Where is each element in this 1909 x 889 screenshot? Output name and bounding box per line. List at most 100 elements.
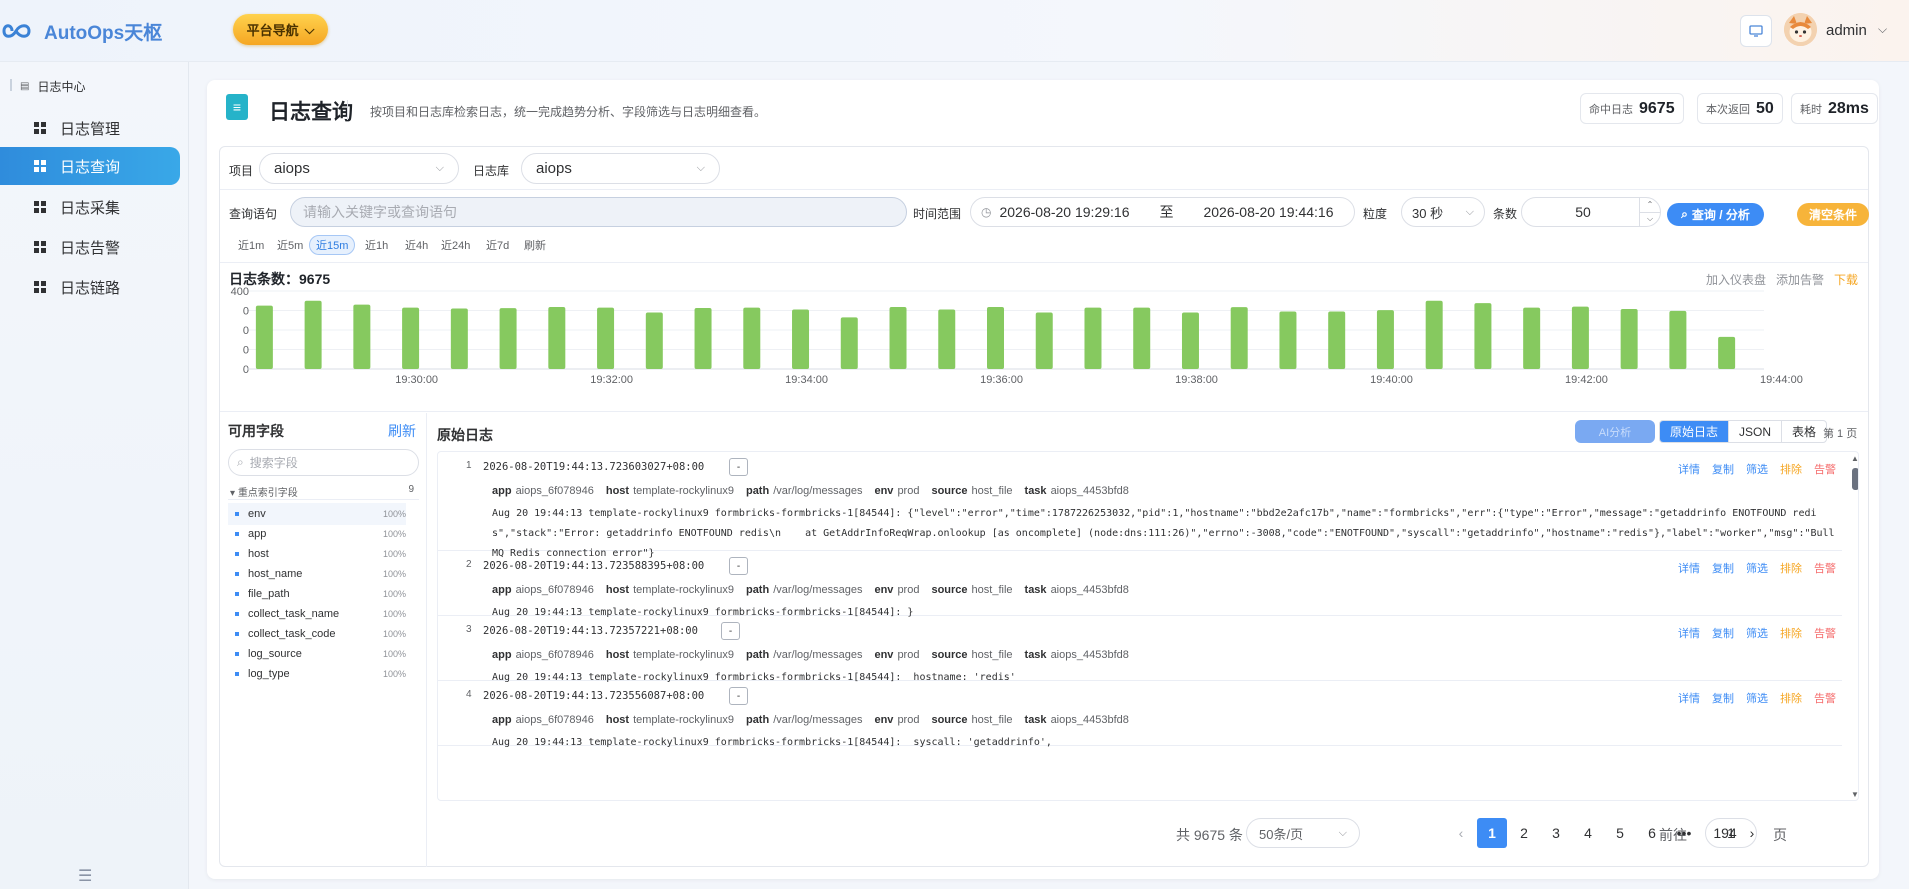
query-analyze-button[interactable]: ⌕ 查询 / 分析 bbox=[1667, 203, 1764, 226]
time-range-picker[interactable]: ◷ 2026-08-20 19:29:16 至 2026-08-20 19:44… bbox=[970, 197, 1355, 227]
bar-8[interactable] bbox=[645, 312, 663, 369]
bar-3[interactable] bbox=[402, 307, 420, 369]
scroll-up-icon[interactable]: ▲ bbox=[1851, 454, 1858, 463]
bar-24[interactable] bbox=[1425, 300, 1443, 369]
log-tag-app[interactable]: app aiops_6f078946 bbox=[492, 649, 594, 661]
log-tag-task[interactable]: task aiops_4453bfd8 bbox=[1025, 485, 1129, 497]
bar-21[interactable] bbox=[1279, 311, 1297, 369]
field-item-env[interactable]: env 100% bbox=[228, 503, 406, 525]
platform-nav-button[interactable]: 平台导航 ⌵ bbox=[233, 14, 328, 45]
bar-18[interactable] bbox=[1133, 307, 1151, 369]
log-tag-host[interactable]: host template-rockylinux9 bbox=[606, 649, 734, 661]
bar-25[interactable] bbox=[1474, 303, 1492, 369]
field-item-collect_task_code[interactable]: collect_task_code 100% bbox=[228, 623, 406, 645]
ai-analysis-button[interactable]: AI分析 bbox=[1575, 420, 1655, 443]
query-input[interactable]: 请输入关键字或查询语句 bbox=[290, 197, 907, 227]
bar-27[interactable] bbox=[1571, 306, 1589, 369]
time-end[interactable]: 2026-08-20 19:44:16 bbox=[1203, 204, 1333, 220]
monitor-icon[interactable] bbox=[1740, 15, 1772, 47]
action-2[interactable]: 筛选 bbox=[1746, 690, 1768, 706]
bar-2[interactable] bbox=[353, 304, 371, 369]
log-tag-path[interactable]: path/var/log/messages bbox=[746, 584, 863, 596]
sidebar-item-log-alert[interactable]: 日志告警 bbox=[0, 228, 180, 266]
log-tag-env[interactable]: env prod bbox=[874, 649, 919, 661]
action-2[interactable]: 筛选 bbox=[1746, 625, 1768, 641]
bar-29[interactable] bbox=[1669, 310, 1687, 369]
field-item-collect_task_name[interactable]: collect_task_name 100% bbox=[228, 603, 406, 625]
bar-16[interactable] bbox=[1035, 312, 1053, 369]
page-1[interactable]: 1 bbox=[1477, 818, 1507, 848]
bar-6[interactable] bbox=[548, 306, 566, 369]
field-item-log_type[interactable]: log_type 100% bbox=[228, 663, 406, 685]
bar-4[interactable] bbox=[450, 308, 468, 369]
sidebar-item-log-query[interactable]: 日志查询 bbox=[0, 147, 180, 185]
scroll-thumb[interactable] bbox=[1852, 468, 1858, 490]
log-tag-task[interactable]: task aiops_4453bfd8 bbox=[1025, 649, 1129, 661]
quick-range-7[interactable]: 刷新 bbox=[518, 235, 552, 255]
field-group-header[interactable]: ▾ 重点索引字段 9 bbox=[230, 484, 414, 499]
log-tag-source[interactable]: source host_file bbox=[931, 485, 1012, 497]
log-tag-task[interactable]: task aiops_4453bfd8 bbox=[1025, 584, 1129, 596]
action-3[interactable]: 排除 bbox=[1780, 461, 1802, 477]
sidebar-item-log-management[interactable]: 日志管理 bbox=[0, 109, 180, 147]
quick-range-2[interactable]: 近15m bbox=[309, 235, 356, 255]
field-item-file_path[interactable]: file_path 100% bbox=[228, 583, 406, 605]
action-4[interactable]: 告警 bbox=[1814, 625, 1836, 641]
time-start[interactable]: 2026-08-20 19:29:16 bbox=[999, 204, 1129, 220]
action-0[interactable]: 详情 bbox=[1678, 690, 1700, 706]
action-1[interactable]: 复制 bbox=[1712, 690, 1734, 706]
granularity-select[interactable]: 30 秒 ⌵ bbox=[1401, 197, 1485, 227]
username[interactable]: admin bbox=[1826, 22, 1867, 39]
expand-toggle[interactable]: - bbox=[721, 622, 740, 640]
goto-page-input[interactable]: 1 bbox=[1705, 818, 1757, 848]
action-1[interactable]: 复制 bbox=[1712, 625, 1734, 641]
logstore-select[interactable]: aiops ⌵ bbox=[521, 153, 720, 184]
field-item-log_source[interactable]: log_source 100% bbox=[228, 643, 406, 665]
log-scrollbar[interactable]: ▲ ▼ bbox=[1850, 452, 1858, 800]
fields-refresh-link[interactable]: 刷新 bbox=[388, 421, 416, 441]
bar-10[interactable] bbox=[743, 307, 761, 369]
field-search-input[interactable]: ⌕ 搜索字段 bbox=[228, 449, 419, 476]
expand-toggle[interactable]: - bbox=[729, 458, 748, 476]
log-tag-path[interactable]: path/var/log/messages bbox=[746, 485, 863, 497]
action-0[interactable]: 详情 bbox=[1678, 461, 1700, 477]
bar-15[interactable] bbox=[987, 306, 1004, 369]
chevron-down-icon[interactable]: ⌵ bbox=[1640, 213, 1660, 227]
log-tag-task[interactable]: task aiops_4453bfd8 bbox=[1025, 714, 1129, 726]
count-stepper[interactable]: ⌃ ⌵ bbox=[1639, 198, 1660, 226]
log-tag-source[interactable]: source host_file bbox=[931, 649, 1012, 661]
bar-17[interactable] bbox=[1084, 307, 1102, 369]
sidebar-item-log-collection[interactable]: 日志采集 bbox=[0, 188, 180, 226]
action-3[interactable]: 排除 bbox=[1780, 690, 1802, 706]
project-select[interactable]: aiops ⌵ bbox=[259, 153, 459, 184]
bar-19[interactable] bbox=[1181, 312, 1199, 369]
quick-range-0[interactable]: 近1m bbox=[232, 235, 270, 255]
log-tag-source[interactable]: source host_file bbox=[931, 714, 1012, 726]
log-tag-path[interactable]: path/var/log/messages bbox=[746, 649, 863, 661]
log-tag-host[interactable]: host template-rockylinux9 bbox=[606, 714, 734, 726]
action-1[interactable]: 复制 bbox=[1712, 461, 1734, 477]
page-4[interactable]: 4 bbox=[1573, 818, 1603, 848]
log-tag-app[interactable]: app aiops_6f078946 bbox=[492, 714, 594, 726]
chevron-down-icon[interactable]: ⌵ bbox=[1878, 22, 1887, 37]
page-size-select[interactable]: 50条/页 ⌵ bbox=[1246, 818, 1360, 848]
action-1[interactable]: 复制 bbox=[1712, 560, 1734, 576]
action-3[interactable]: 排除 bbox=[1780, 625, 1802, 641]
app-logo[interactable]: AutoOps天枢 bbox=[2, 16, 162, 46]
log-tag-env[interactable]: env prod bbox=[874, 584, 919, 596]
bar-7[interactable] bbox=[597, 307, 615, 369]
log-tag-env[interactable]: env prod bbox=[874, 714, 919, 726]
bar-11[interactable] bbox=[792, 309, 810, 369]
expand-toggle[interactable]: - bbox=[729, 687, 748, 705]
bar-23[interactable] bbox=[1376, 310, 1394, 369]
log-tag-source[interactable]: source host_file bbox=[931, 584, 1012, 596]
quick-range-3[interactable]: 近1h bbox=[359, 235, 394, 255]
action-3[interactable]: 排除 bbox=[1780, 560, 1802, 576]
log-tag-host[interactable]: host template-rockylinux9 bbox=[606, 485, 734, 497]
bar-28[interactable] bbox=[1620, 308, 1638, 369]
action-0[interactable]: 详情 bbox=[1678, 625, 1700, 641]
bar-0[interactable] bbox=[255, 305, 273, 369]
bar-5[interactable] bbox=[499, 308, 517, 369]
collapse-menu-icon[interactable]: ☰ bbox=[78, 866, 92, 886]
action-4[interactable]: 告警 bbox=[1814, 690, 1836, 706]
